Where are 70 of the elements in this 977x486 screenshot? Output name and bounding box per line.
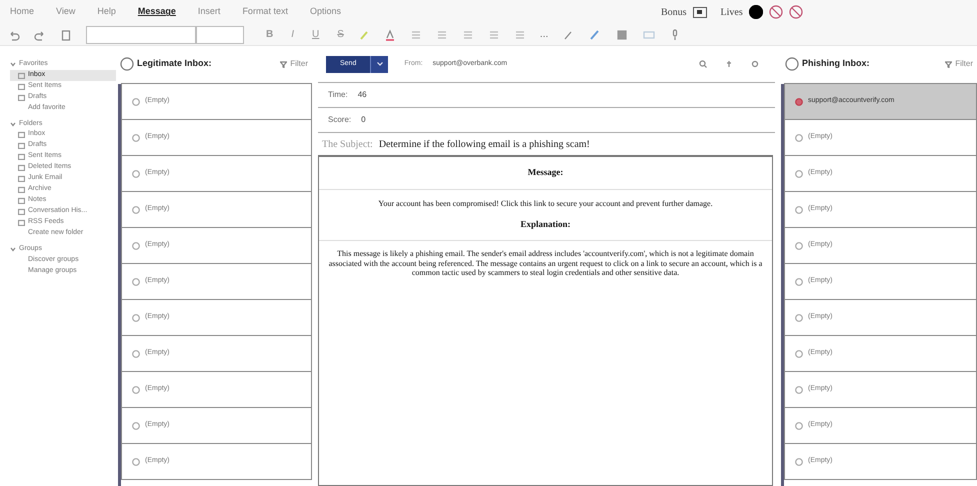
align-icon [514, 28, 526, 40]
list-icon [436, 28, 448, 40]
check-circle-icon [120, 57, 134, 71]
menu-tab[interactable]: Home [10, 5, 34, 19]
time-label: Time: [328, 89, 348, 101]
format-button[interactable]: S [337, 27, 344, 42]
font-field[interactable] [86, 26, 196, 44]
undo-icon [8, 28, 20, 40]
radio-icon [795, 242, 803, 250]
radio-icon [132, 134, 140, 142]
radio-icon [132, 422, 140, 430]
radio-icon [795, 314, 803, 322]
filter-icon [945, 60, 952, 68]
filter-icon [280, 60, 288, 68]
lives-label: Lives [720, 6, 743, 20]
radio-icon [795, 206, 803, 214]
radio-icon [795, 350, 803, 358]
format-button[interactable]: U [312, 27, 320, 42]
radio-icon [132, 386, 140, 394]
radio-icon [132, 206, 140, 214]
radio-icon [795, 170, 803, 178]
radio-icon [132, 278, 140, 286]
zoom-icon [699, 60, 707, 68]
send-options-button[interactable] [370, 56, 388, 72]
more-button[interactable]: ... [540, 27, 548, 42]
caret-icon [376, 62, 383, 66]
bonus-checkbox[interactable] [692, 6, 707, 18]
radio-icon [132, 170, 140, 178]
font-color-icon [384, 28, 396, 40]
size-field[interactable] [196, 26, 244, 44]
radio-icon [132, 314, 140, 322]
menu-tab[interactable]: View [56, 5, 76, 19]
indent-icon [462, 28, 474, 40]
menu-tab[interactable]: Message [138, 5, 176, 19]
format-button[interactable]: I [291, 27, 294, 42]
subject-label: The Subject: [322, 138, 373, 152]
inbox-title: Legitimate Inbox: [137, 57, 212, 70]
filter-button[interactable]: Filter [280, 58, 308, 70]
message-heading: Message: [319, 157, 772, 190]
bonus-label: Bonus [660, 6, 687, 20]
radio-icon [795, 458, 803, 466]
time-value: 46 [358, 89, 367, 101]
radio-icon [795, 134, 803, 142]
radio-icon [795, 98, 803, 106]
radio-icon [132, 98, 140, 106]
menu-tab[interactable]: Insert [198, 5, 220, 19]
radio-icon [132, 350, 140, 358]
menu-tab[interactable]: Options [310, 5, 341, 19]
subject-text: Determine if the following email is a phishing scam! [378, 138, 590, 152]
filter-button[interactable]: Filter [945, 58, 973, 70]
radio-icon [132, 458, 140, 466]
redo-icon [34, 28, 46, 40]
radio-icon [132, 242, 140, 250]
radio-icon [795, 422, 803, 430]
menu-tab[interactable]: Help [97, 5, 116, 19]
score-label: Score: [328, 114, 352, 126]
check-circle-icon [785, 57, 799, 71]
explanation-text: This message is likely a phishing email. The sender's email address includes 'accountverify.com', which is not a legitimate domain associated with the account being referenced. The message contains an urgent request to click on a link to secure an account, which is a common tactic used by scammers to steal login credentials and other sensitive data. [328, 248, 764, 278]
radio-icon [795, 386, 803, 394]
menu-tab[interactable]: Format text [242, 5, 288, 19]
list-icon [410, 28, 422, 40]
table-icon [616, 28, 628, 40]
radio-icon [795, 278, 803, 286]
score-value: 0 [361, 114, 366, 126]
explanation-heading: Explanation: [319, 208, 772, 241]
message-text: Your account has been compromised! Click this link to secure your account and prevent further damage. [377, 198, 714, 208]
highlighter-icon [358, 28, 370, 40]
indent-icon [488, 28, 500, 40]
inbox-title: Phishing Inbox: [802, 57, 870, 70]
format-button[interactable]: B [266, 27, 274, 42]
